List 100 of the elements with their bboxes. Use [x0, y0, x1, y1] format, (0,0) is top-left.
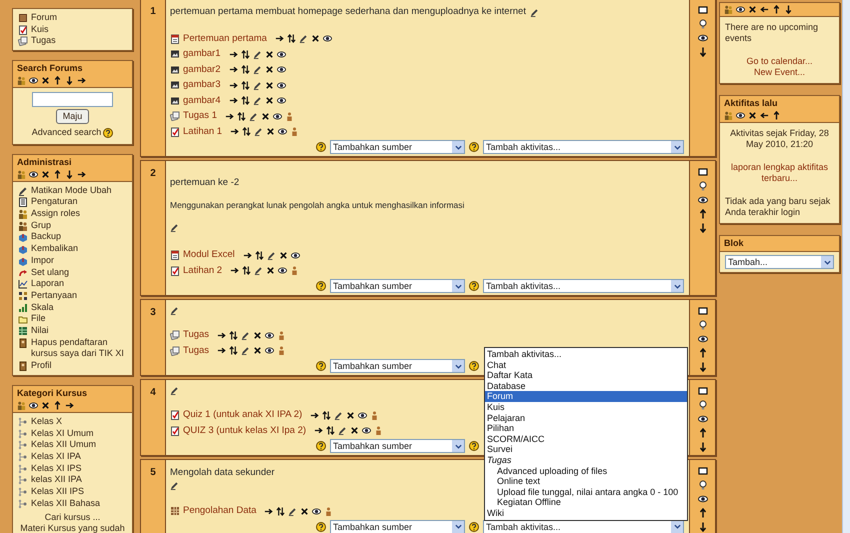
menu-link[interactable]: Kelas XII Bahasa [31, 498, 100, 510]
pencil-icon[interactable] [170, 306, 179, 315]
arrow-up-icon[interactable] [698, 508, 708, 518]
arrow-right-icon[interactable] [228, 96, 238, 106]
pencil-icon[interactable] [248, 112, 258, 121]
menu-link[interactable]: Kembalikan [31, 243, 78, 255]
arrow-down-icon[interactable] [698, 442, 708, 452]
arrow-right-icon[interactable] [230, 266, 240, 276]
menu-link[interactable]: Impor [31, 254, 54, 267]
caret-icon[interactable] [452, 440, 464, 452]
delete-icon[interactable] [748, 111, 757, 120]
go-button[interactable]: Maju [56, 109, 90, 124]
pencil-icon[interactable] [266, 250, 276, 260]
activity-link[interactable]: gambar2 [183, 62, 220, 77]
advanced-search-link[interactable]: Advanced search [32, 126, 102, 140]
arrow-up-icon[interactable] [698, 428, 708, 438]
pencil-icon[interactable] [241, 346, 250, 356]
pencil-icon[interactable] [252, 65, 262, 74]
pencil-icon[interactable] [170, 386, 179, 395]
pencil-icon[interactable] [252, 96, 262, 106]
activity-link[interactable]: gambar3 [183, 78, 220, 92]
lightbulb-icon[interactable] [698, 480, 708, 490]
delete-icon[interactable] [346, 410, 356, 420]
menu-link[interactable]: Grup [31, 220, 52, 232]
help-icon[interactable] [469, 441, 479, 451]
dropdown-option[interactable]: Kuis [485, 402, 687, 413]
dropdown-option[interactable]: Survei [485, 444, 687, 455]
menu-link[interactable]: kelas XII IPA [31, 474, 82, 486]
dropdown-option[interactable]: Upload file tunggal, nilai antara angka 0 - 100 [485, 486, 687, 498]
up-down-arrows-icon[interactable] [240, 96, 250, 106]
dropdown-option[interactable]: Database [485, 380, 687, 392]
pencil-icon[interactable] [252, 50, 262, 59]
up-down-arrows-icon[interactable] [254, 250, 264, 260]
eye-icon[interactable] [29, 76, 38, 86]
block-link[interactable]: Cari kursus ... [18, 512, 127, 524]
caret-icon[interactable] [452, 360, 464, 372]
delete-icon[interactable] [748, 5, 757, 14]
menu-link[interactable]: Set ulang [31, 266, 70, 278]
scrollbar[interactable] [842, 0, 850, 533]
dropdown-option[interactable]: Advanced uploading of files [485, 466, 687, 476]
arrow-down-icon[interactable] [784, 5, 793, 14]
dropdown[interactable]: Tambah aktivitas... [483, 140, 684, 154]
pencil-icon[interactable] [288, 506, 298, 516]
eye-icon[interactable] [29, 400, 38, 410]
lightbulb-icon[interactable] [698, 180, 708, 190]
arrow-up-icon[interactable] [53, 400, 62, 410]
eye-icon[interactable] [312, 506, 322, 516]
arrow-right-icon[interactable] [217, 346, 226, 356]
delete-icon[interactable] [264, 96, 274, 106]
arrow-right-icon[interactable] [242, 250, 252, 260]
caret-icon[interactable] [671, 520, 683, 532]
eye-icon[interactable] [736, 111, 745, 120]
up-down-arrows-icon[interactable] [242, 266, 252, 276]
arrow-down-icon[interactable] [65, 170, 74, 179]
delete-icon[interactable] [266, 266, 276, 276]
menu-link[interactable]: Backup [31, 231, 62, 244]
delete-icon[interactable] [253, 330, 262, 340]
square-icon[interactable] [698, 306, 708, 316]
pencil-icon[interactable] [254, 127, 264, 136]
arrow-right-icon[interactable] [274, 34, 284, 44]
arrow-left-icon[interactable] [760, 5, 769, 14]
menu-link[interactable]: Kuis [31, 24, 49, 36]
arrow-down-icon[interactable] [698, 47, 708, 57]
activity-link[interactable]: Tugas 1 [183, 109, 217, 124]
eye-icon[interactable] [698, 494, 708, 504]
up-down-arrows-icon[interactable] [229, 346, 238, 356]
arrow-down-icon[interactable] [698, 522, 708, 532]
dropdown-option[interactable]: Tambah aktivitas... [485, 349, 687, 360]
lightbulb-icon[interactable] [698, 320, 708, 330]
eye-icon[interactable] [265, 346, 274, 356]
square-icon[interactable] [698, 166, 708, 176]
arrow-right-icon[interactable] [77, 76, 86, 86]
arrow-right-icon[interactable] [217, 330, 226, 340]
up-down-arrows-icon[interactable] [322, 410, 332, 420]
dropdown-option[interactable]: Kegiatan Offline [485, 497, 687, 508]
menu-link[interactable]: Laporan [31, 278, 64, 290]
pencil-icon[interactable] [254, 266, 264, 276]
block-link[interactable]: Go to calendar... [725, 56, 834, 67]
dropdown-option[interactable]: Daftar Kata [485, 370, 687, 381]
up-down-arrows-icon[interactable] [229, 330, 238, 340]
menu-link[interactable]: Kelas XI IPS [31, 462, 82, 474]
people-icon[interactable] [724, 5, 733, 14]
arrow-up-icon[interactable] [772, 5, 781, 14]
delete-icon[interactable] [300, 506, 310, 516]
help-icon[interactable] [316, 142, 326, 152]
dropdown[interactable]: Tambahkan sumber [330, 439, 465, 453]
eye-icon[interactable] [358, 410, 368, 420]
menu-link[interactable]: Assign roles [31, 208, 80, 220]
delete-icon[interactable] [41, 170, 50, 179]
dropdown[interactable]: Tambahkan sumber [330, 279, 465, 293]
activity-link[interactable]: Tugas [183, 344, 210, 358]
search-field[interactable] [32, 92, 113, 108]
help-icon[interactable] [469, 522, 479, 532]
eye-icon[interactable] [278, 127, 288, 136]
activity-link[interactable]: Tugas [183, 328, 210, 342]
delete-icon[interactable] [310, 34, 320, 44]
delete-icon[interactable] [260, 112, 270, 121]
dropdown-option[interactable]: Online text [485, 476, 687, 487]
arrow-up-icon[interactable] [53, 76, 62, 86]
dropdown[interactable]: Tambahkan sumber [330, 359, 465, 373]
